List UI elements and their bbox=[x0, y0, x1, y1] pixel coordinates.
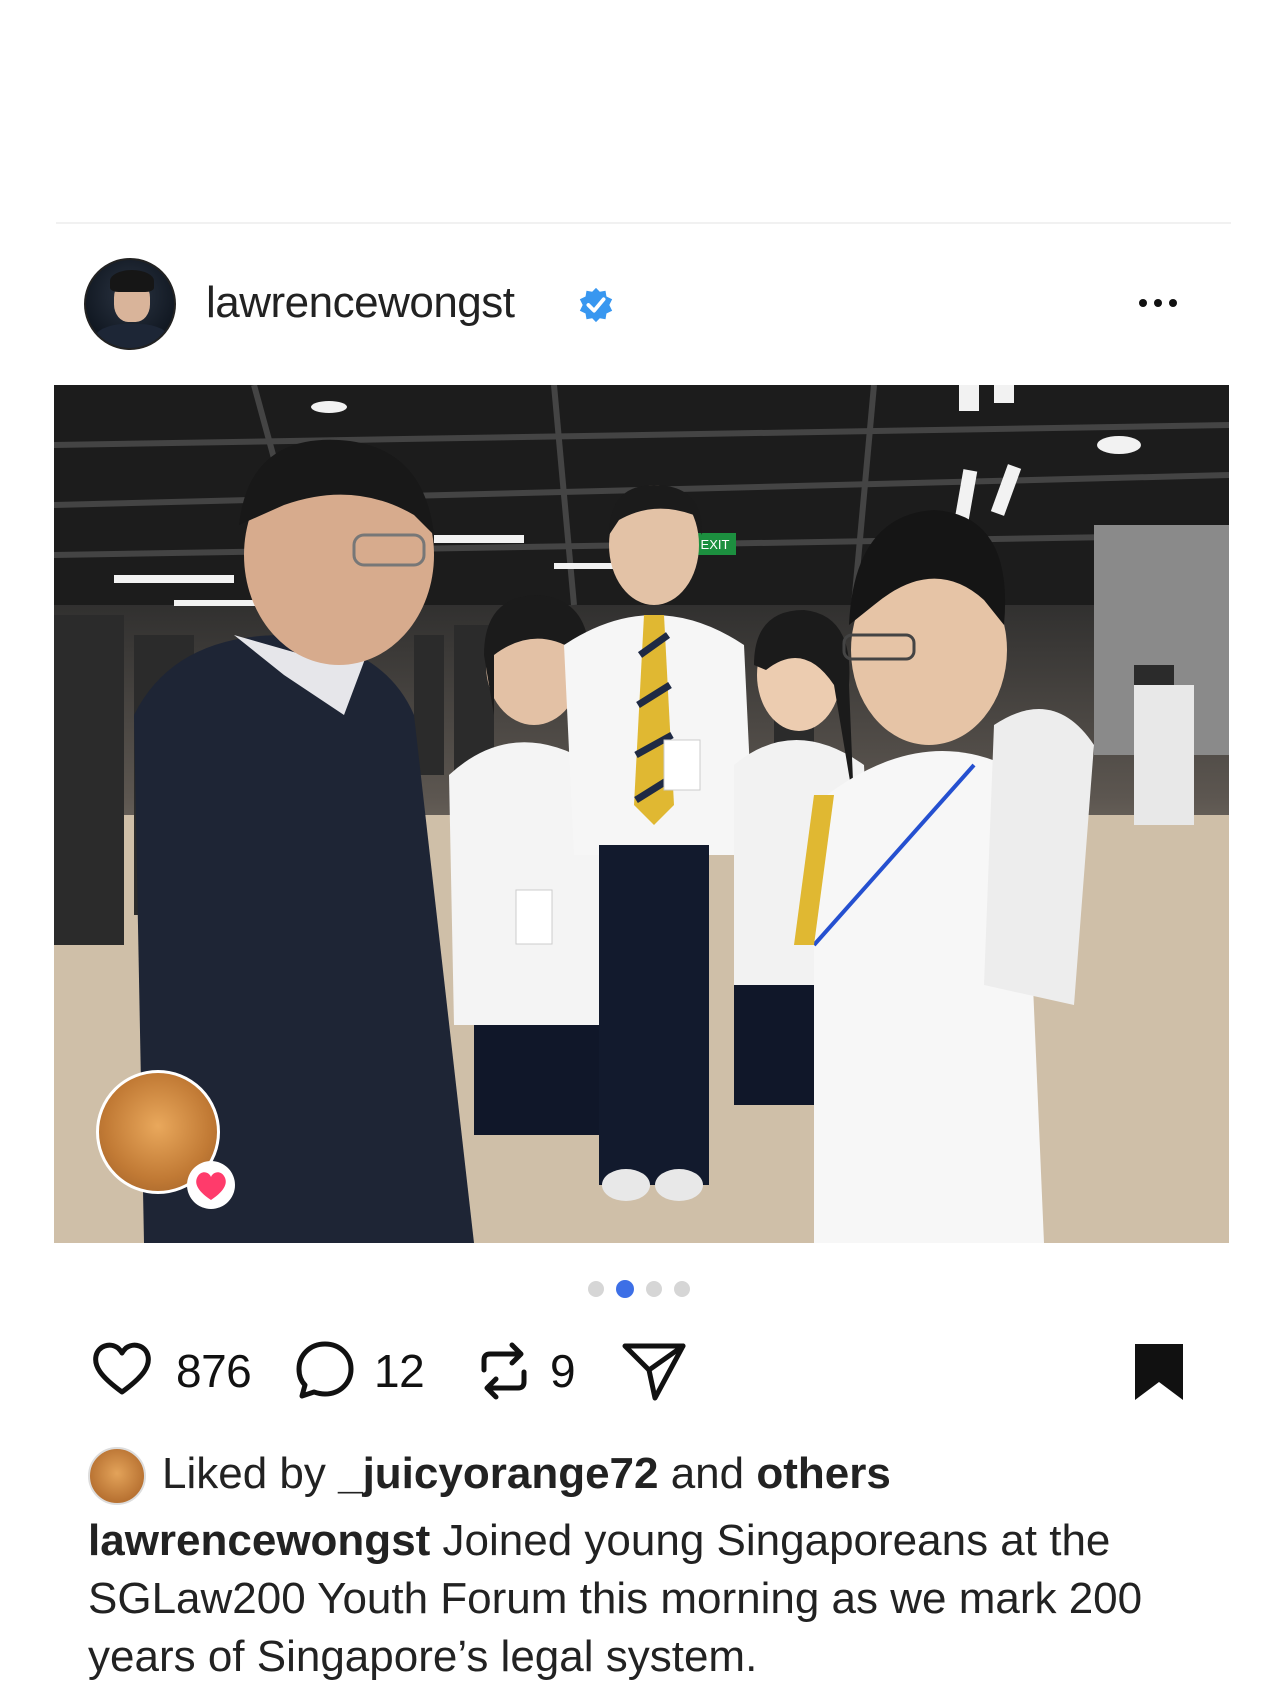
liked-by-others[interactable]: others bbox=[756, 1449, 890, 1498]
liker-avatar[interactable] bbox=[88, 1447, 146, 1505]
verified-badge-icon bbox=[579, 287, 613, 323]
more-options-icon[interactable] bbox=[1139, 294, 1189, 314]
carousel-dot[interactable] bbox=[646, 1281, 662, 1297]
exit-sign: EXIT bbox=[701, 537, 730, 552]
comment-icon[interactable] bbox=[294, 1338, 356, 1400]
heart-icon[interactable] bbox=[90, 1338, 154, 1398]
send-icon[interactable] bbox=[619, 1338, 689, 1404]
action-bar: 876 12 9 bbox=[84, 1330, 1194, 1410]
carousel-indicator[interactable] bbox=[588, 1280, 702, 1300]
repost-count: 9 bbox=[550, 1345, 576, 1397]
comment-count: 12 bbox=[374, 1345, 425, 1397]
bookmark-icon[interactable] bbox=[1129, 1340, 1189, 1404]
liked-by-text: Liked by _juicyorange72 and others bbox=[162, 1449, 891, 1499]
carousel-dot[interactable] bbox=[588, 1281, 604, 1297]
liker-username[interactable]: _juicyorange72 bbox=[338, 1449, 658, 1498]
post-header: lawrencewongst bbox=[84, 258, 1184, 354]
post-caption: lawrencewongst Joined young Singaporeans… bbox=[88, 1512, 1208, 1686]
carousel-dot-active[interactable] bbox=[616, 1280, 634, 1298]
liked-by-and: and bbox=[658, 1449, 757, 1498]
post-photo[interactable]: EXIT bbox=[54, 385, 1229, 1243]
like-count: 876 bbox=[176, 1345, 252, 1397]
liked-by-prefix: Liked by bbox=[162, 1449, 339, 1498]
photo-scene: EXIT bbox=[54, 385, 1229, 1243]
carousel-dot[interactable] bbox=[674, 1281, 690, 1297]
repost-icon[interactable] bbox=[474, 1338, 534, 1404]
heart-reaction-icon bbox=[187, 1161, 235, 1209]
post-username[interactable]: lawrencewongst bbox=[206, 278, 515, 328]
top-divider bbox=[56, 222, 1231, 224]
profile-avatar[interactable] bbox=[84, 258, 176, 350]
caption-username[interactable]: lawrencewongst bbox=[88, 1516, 430, 1565]
